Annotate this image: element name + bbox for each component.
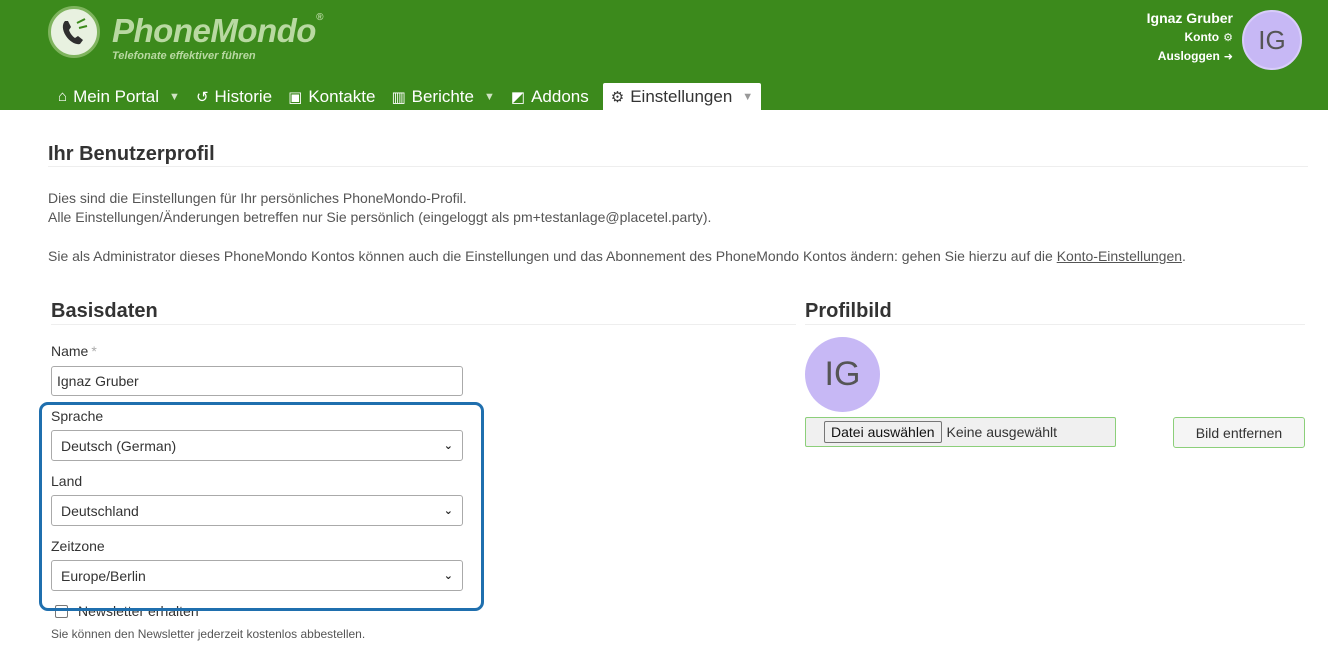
- required-marker: *: [91, 343, 97, 359]
- newsletter-hint: Sie können den Newsletter jederzeit kost…: [51, 627, 366, 641]
- main-nav: ⌂ Mein Portal ▼ ↺ Historie ▣ Kontakte ▥ …: [50, 83, 762, 110]
- brand-name: PhoneMondo®: [112, 12, 323, 49]
- account-link[interactable]: Konto ⚙: [1147, 30, 1233, 49]
- profile-avatar: IG: [805, 337, 880, 412]
- profilbild-divider: [805, 324, 1305, 325]
- users-cog-icon: ⚙: [1223, 32, 1233, 44]
- admin-note: Sie als Administrator dieses PhoneMondo …: [48, 248, 1186, 264]
- home-icon: ⌂: [58, 88, 68, 105]
- chart-icon: ▥: [391, 88, 406, 106]
- page-title: Ihr Benutzerprofil: [48, 143, 215, 165]
- remove-image-button[interactable]: Bild entfernen: [1173, 417, 1305, 448]
- name-label: Name *: [51, 343, 97, 359]
- nav-item-historie[interactable]: ↺ Historie: [188, 83, 280, 110]
- history-icon: ↺: [195, 88, 209, 106]
- gears-icon: ⚙: [610, 88, 625, 106]
- puzzle-icon: ◩: [510, 88, 526, 106]
- top-header: PhoneMondo® Telefonate effektiver führen…: [0, 0, 1328, 110]
- nav-item-einstellungen[interactable]: ⚙ Einstellungen ▼: [602, 83, 762, 110]
- nav-item-addons[interactable]: ◩ Addons: [503, 83, 597, 110]
- intro-text: Dies sind die Einstellungen für Ihr pers…: [48, 190, 712, 225]
- nav-item-berichte[interactable]: ▥ Berichte ▼: [383, 83, 502, 110]
- contacts-icon: ▣: [288, 88, 303, 106]
- logout-link[interactable]: Ausloggen ➜: [1147, 49, 1233, 68]
- name-input[interactable]: [51, 366, 463, 396]
- phone-logo-icon: [48, 6, 100, 58]
- title-divider: [48, 166, 1308, 167]
- logout-icon: ➜: [1223, 51, 1233, 63]
- chevron-down-icon: ▼: [169, 90, 180, 103]
- user-name: Ignaz Gruber: [1146, 10, 1233, 26]
- profilbild-title: Profilbild: [805, 300, 892, 322]
- phonemondo-logo[interactable]: PhoneMondo® Telefonate effektiver führen: [48, 6, 348, 66]
- nav-item-mein-portal[interactable]: ⌂ Mein Portal ▼: [50, 83, 188, 110]
- account-settings-link[interactable]: Konto-Einstellungen: [1057, 248, 1182, 264]
- basisdaten-divider: [51, 324, 796, 325]
- choose-file-button[interactable]: Datei auswählen: [824, 421, 942, 443]
- nav-item-kontakte[interactable]: ▣ Kontakte: [280, 83, 383, 110]
- file-status: Keine ausgewählt: [946, 424, 1058, 440]
- chevron-down-icon: ▼: [484, 90, 495, 103]
- chevron-down-icon: ▼: [742, 90, 754, 103]
- basisdaten-title: Basisdaten: [51, 300, 158, 322]
- user-avatar[interactable]: IG: [1242, 10, 1302, 70]
- file-upload: Datei auswählen Keine ausgewählt: [805, 417, 1116, 447]
- brand-tagline: Telefonate effektiver führen: [112, 50, 256, 62]
- user-menu: Ignaz Gruber Konto ⚙ Ausloggen ➜: [1147, 10, 1233, 68]
- highlight-box: [39, 402, 484, 611]
